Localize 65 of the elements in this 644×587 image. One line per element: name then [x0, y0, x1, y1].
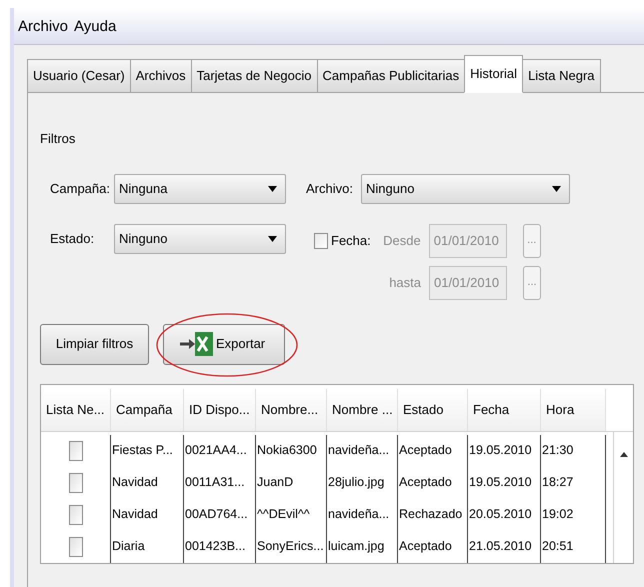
checkbox[interactable] [68, 504, 82, 524]
column-header[interactable]: Estado [398, 388, 468, 430]
tab[interactable]: Usuario (Cesar) [27, 59, 131, 93]
dropdown[interactable]: Ninguno [114, 224, 286, 254]
table-cell: Navidad [111, 498, 184, 530]
checkbox[interactable] [68, 536, 82, 556]
table-cell: 19:02 [541, 498, 606, 530]
table-cell: 001423B... [184, 530, 256, 562]
table-cell: Nokia6300 [256, 434, 327, 466]
field-label: Estado: [50, 230, 96, 248]
dropdown[interactable]: Ninguno [361, 174, 570, 204]
checkbox[interactable] [68, 472, 82, 492]
tab[interactable]: Campañas Publicitarias [316, 59, 466, 93]
tab[interactable]: Archivos [130, 59, 192, 93]
table-cell: Diaria [111, 530, 184, 562]
column-header[interactable]: Fecha [468, 388, 541, 430]
table-cell: luicam.jpg [327, 530, 398, 562]
table-cell: Aceptado [398, 530, 468, 562]
table-cell: 18:27 [541, 466, 606, 498]
spreadsheet-export-icon [180, 331, 214, 357]
table-cell: 21:30 [541, 434, 606, 466]
table-cell: navideña... [327, 434, 398, 466]
table-cell: Aceptado [398, 434, 468, 466]
checkbox[interactable] [68, 440, 82, 460]
table-cell: JuanD [256, 466, 327, 498]
table-cell: ^^DEvil^^ [256, 498, 327, 530]
tab[interactable]: Historial [464, 55, 524, 93]
field-label: Archivo: [306, 180, 354, 198]
table-cell: 19.05.2010 [468, 434, 541, 466]
column-header[interactable]: Nombre... [256, 388, 327, 430]
table-cell: 20:51 [541, 530, 606, 562]
table-cell: Fiestas P... [111, 434, 184, 466]
field-label: hasta [388, 274, 421, 292]
field-label: Fecha: [331, 232, 371, 250]
table-cell: 0011A31... [184, 466, 256, 498]
clear-filters-button[interactable]: Limpiar filtros [40, 324, 149, 364]
table-cell: 21.05.2010 [468, 530, 541, 562]
column-header[interactable]: Campaña [111, 388, 184, 430]
menu-item[interactable]: Ayuda [74, 16, 116, 38]
table-cell: 28julio.jpg [327, 466, 398, 498]
table-cell: 19.05.2010 [468, 466, 541, 498]
column-header[interactable]: Nombre ... [327, 388, 398, 430]
table-cell: Rechazado [398, 498, 468, 530]
scroll-up-icon[interactable] [620, 452, 628, 456]
caret-icon [268, 186, 277, 192]
table-cell: 20.05.2010 [468, 498, 541, 530]
dropdown[interactable]: Ninguna [114, 174, 286, 204]
table-cell: Navidad [111, 466, 184, 498]
field-label: Desde [382, 232, 421, 250]
column-header[interactable]: ID Dispo... [184, 388, 256, 430]
tab[interactable]: Lista Negra [522, 59, 601, 93]
section-title: Filtros [40, 130, 76, 148]
table-cell: navideña... [327, 498, 398, 530]
field-label: Campaña: [50, 180, 111, 198]
tab[interactable]: Tarjetas de Negocio [190, 59, 318, 93]
table-cell: SonyErics... [256, 530, 327, 562]
table-cell: 00AD764... [184, 498, 256, 530]
menu-item[interactable]: Archivo [18, 16, 68, 38]
export-button[interactable]: Exportar [163, 324, 285, 364]
table-cell: 0021AA4... [184, 434, 256, 466]
caret-icon [268, 236, 277, 242]
column-header[interactable]: Lista Ne... [41, 388, 111, 430]
caret-icon [552, 186, 561, 192]
column-header[interactable]: Hora [541, 388, 606, 430]
table-cell: Aceptado [398, 466, 468, 498]
